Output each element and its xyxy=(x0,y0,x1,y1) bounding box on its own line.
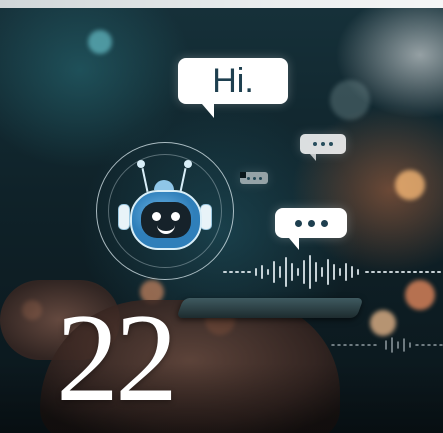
photo-frame: Hi. 22 xyxy=(0,0,443,433)
typing-dots-icon xyxy=(275,208,347,250)
chatbot-robot-icon xyxy=(96,142,236,282)
robot-eye xyxy=(152,212,161,221)
sound-wave-icon xyxy=(331,337,443,353)
bokeh-light xyxy=(330,80,370,120)
antenna-tip xyxy=(137,160,145,168)
smartphone xyxy=(176,298,364,318)
typing-dots-icon xyxy=(240,172,268,184)
bokeh-light xyxy=(395,170,425,200)
bokeh-light xyxy=(88,30,112,54)
number-label: 22 xyxy=(56,289,178,428)
robot-face xyxy=(141,202,191,238)
greeting-text: Hi. xyxy=(212,61,254,100)
robot-eye xyxy=(171,212,180,221)
robot-ear xyxy=(118,204,130,230)
robot-smile xyxy=(157,222,175,234)
sound-wave-icon xyxy=(223,255,441,289)
typing-dots-icon xyxy=(300,134,346,161)
top-light-strip xyxy=(0,0,443,8)
speech-bubble-icon: Hi. xyxy=(178,58,288,118)
robot-head xyxy=(130,190,202,250)
antenna-tip xyxy=(184,160,192,168)
